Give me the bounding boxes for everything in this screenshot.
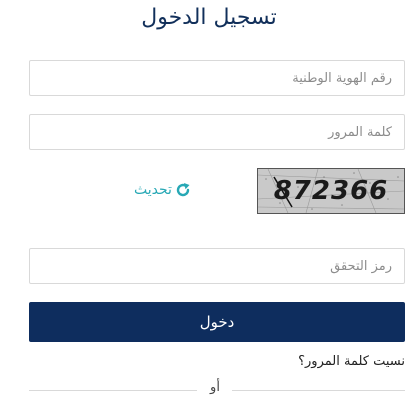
page-title: تسجيل الدخول — [141, 5, 277, 30]
national-id-input[interactable] — [29, 60, 405, 96]
login-button[interactable]: دخول — [29, 302, 405, 342]
refresh-captcha-button[interactable]: تحديث — [134, 178, 191, 202]
forgot-password-link[interactable]: نسيت كلمة المرور؟ — [298, 354, 405, 369]
captcha-image: 872366 — [257, 168, 405, 214]
refresh-label: تحديث — [134, 182, 172, 198]
login-page: تسجيل الدخول 872366 — [0, 0, 418, 400]
or-separator: أو — [210, 380, 220, 395]
divider-left — [29, 390, 197, 391]
refresh-icon — [175, 182, 191, 198]
verification-code-input[interactable] — [29, 248, 405, 284]
password-input[interactable] — [29, 114, 405, 150]
divider-right — [232, 390, 405, 391]
captcha-text: 872366 — [273, 176, 389, 206]
